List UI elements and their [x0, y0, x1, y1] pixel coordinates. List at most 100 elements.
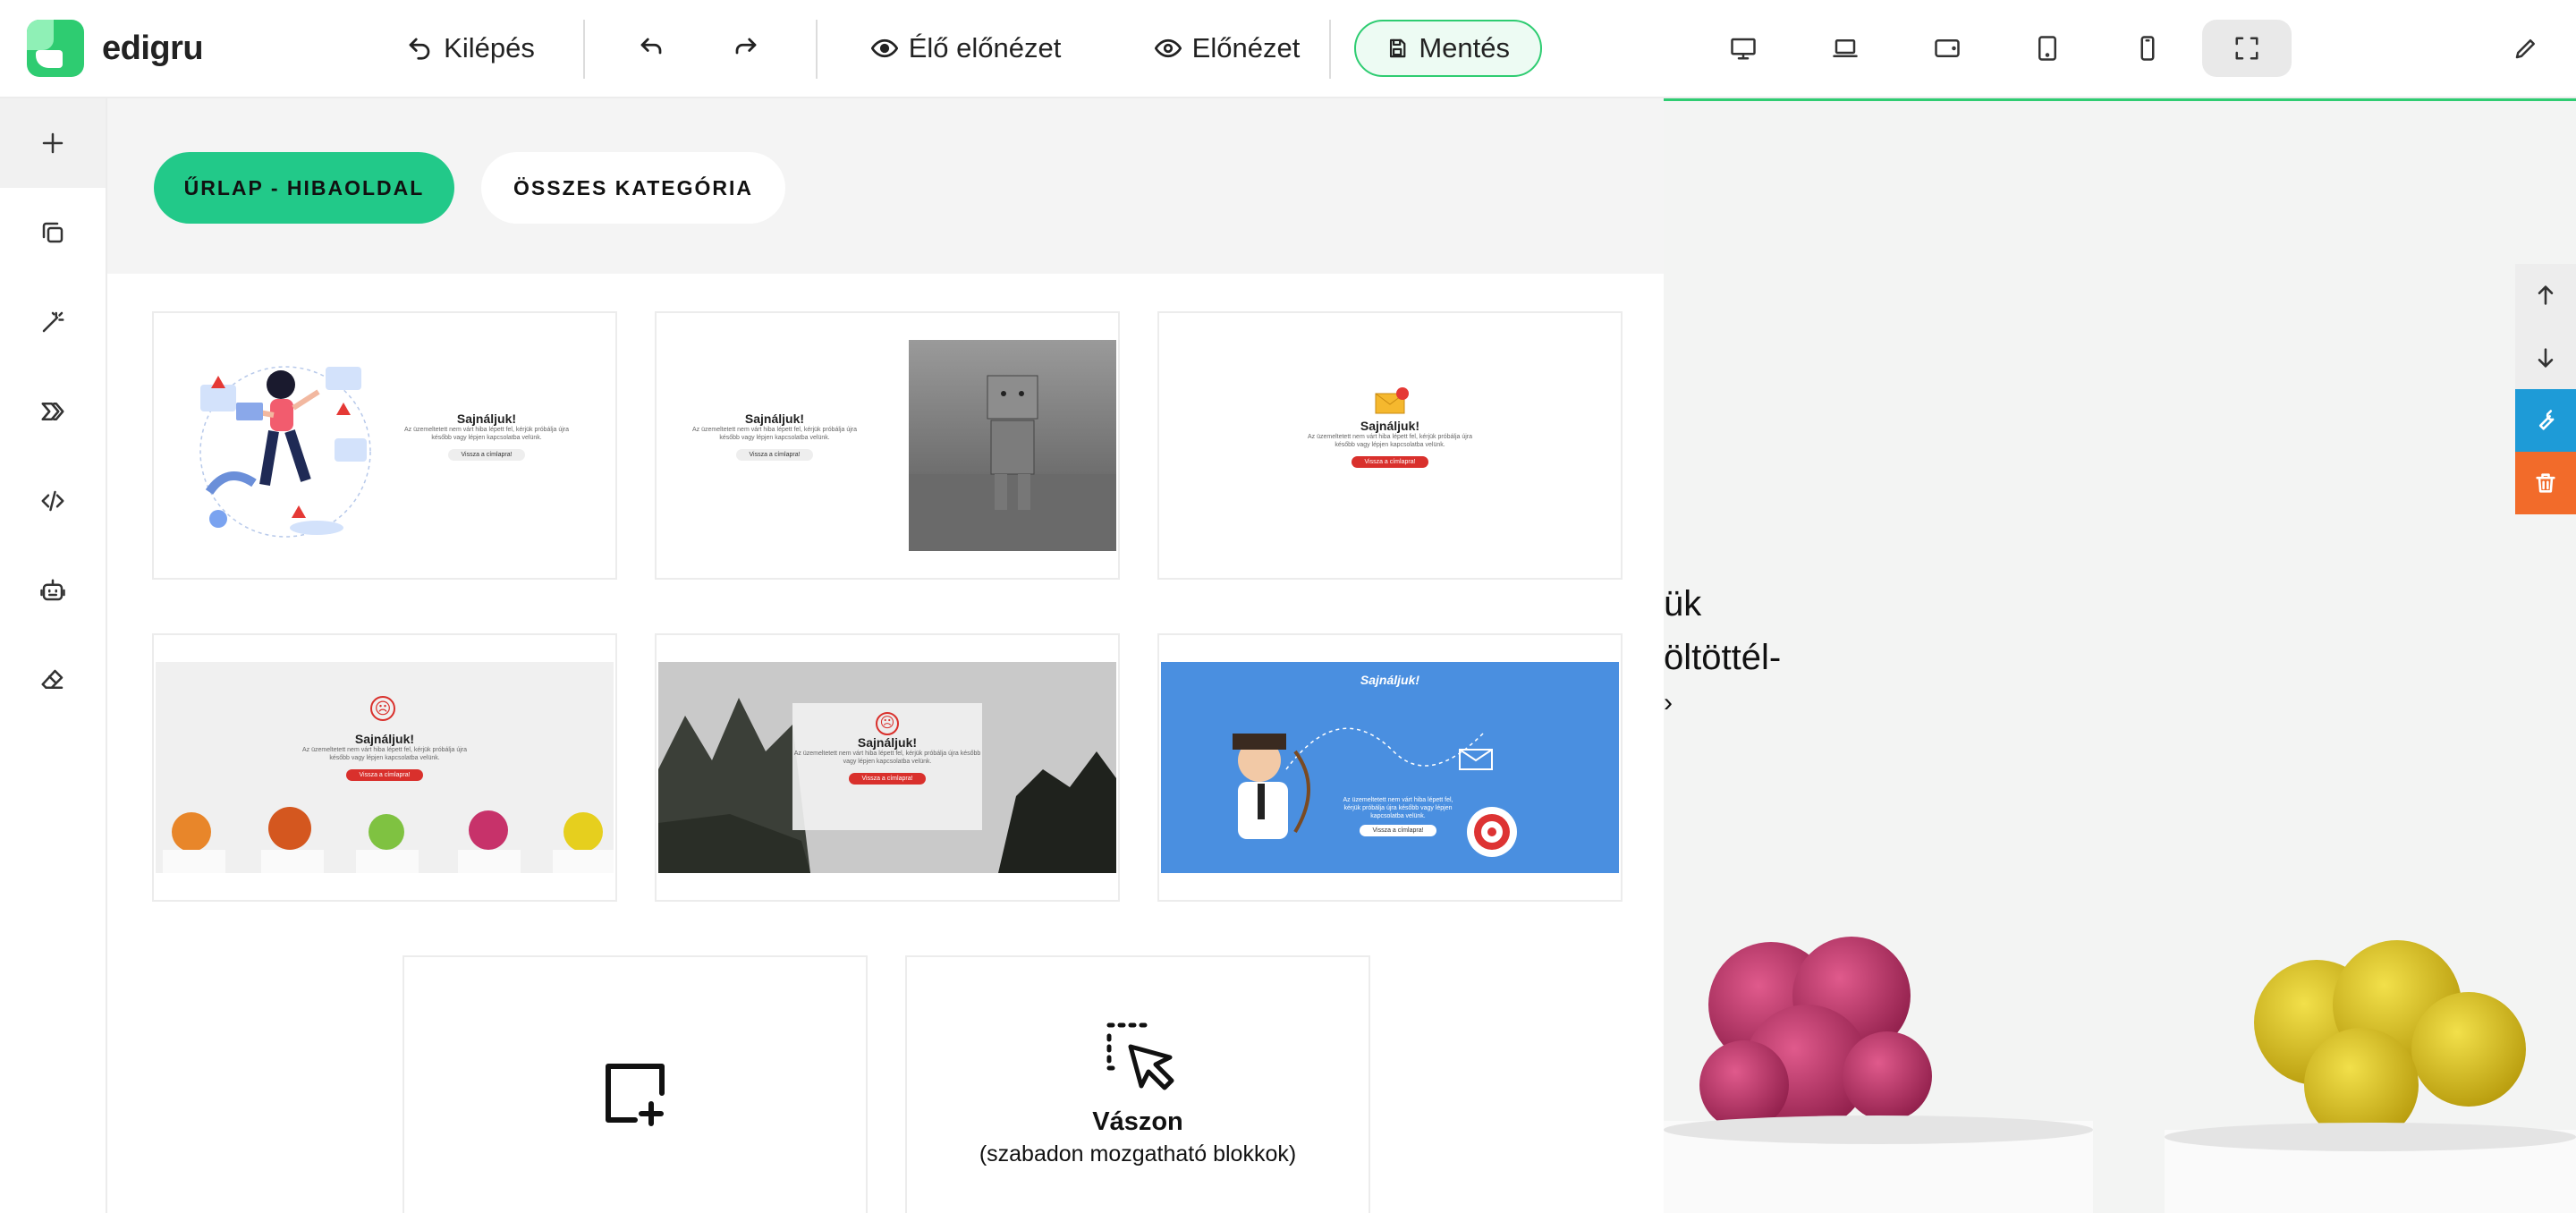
mobile-icon: [2140, 36, 2155, 61]
device-tablet-landscape-button[interactable]: [1916, 20, 1979, 77]
cacti-photo: [1664, 937, 2576, 1213]
template-text-block: Sajnáljuk! Az üzemeltetett nem várt hiba…: [1301, 419, 1479, 468]
save-button[interactable]: Mentés: [1354, 20, 1542, 77]
rail-layers-button[interactable]: [0, 367, 106, 456]
canvas-block-card[interactable]: Vászon (szabadon mozgatható blokkok): [905, 955, 1370, 1213]
template-cta: Vissza a címlapra!: [736, 449, 813, 461]
fullscreen-icon: [2235, 37, 2258, 60]
template-card[interactable]: ☹ Sajnáljuk! Az üzemeltetett nem várt hi…: [152, 633, 617, 902]
rail-ai-button[interactable]: [0, 546, 106, 635]
template-body: Az üzemeltetett nem várt hiba lépett fel…: [403, 427, 570, 441]
template-panel: ŰRLAP - HIBAOLDAL ÖSSZES KATEGÓRIA Sajná…: [107, 98, 1664, 1213]
delete-button[interactable]: [2515, 452, 2576, 514]
template-title: Sajnáljuk!: [744, 411, 805, 426]
template-title: Sajnáljuk!: [857, 735, 918, 750]
template-cta: Vissza a címlapra!: [1360, 825, 1436, 836]
exit-label: Kilépés: [444, 32, 535, 64]
preview-text-line: ük: [1664, 584, 1702, 623]
template-thumbnail: ☹ Sajnáljuk! Az üzemeltetett nem várt hi…: [658, 662, 1116, 873]
eye-icon: [1154, 38, 1182, 58]
block-tools: [2515, 264, 2576, 514]
logo-icon: [27, 20, 84, 77]
rail-code-button[interactable]: [0, 456, 106, 546]
template-thumbnail: Sajnáljuk! Az üzemeltetett nem várt hiba…: [1161, 662, 1619, 873]
template-card[interactable]: Sajnáljuk! Az üzemeltetett nem várt hiba…: [1157, 633, 1623, 902]
magic-wand-icon: [42, 311, 64, 333]
sad-face-icon: ☹: [876, 712, 899, 735]
template-title: Sajnáljuk!: [354, 732, 415, 746]
top-toolbar: edigru Kilépés Élő előnézet Előnézet Men…: [0, 0, 2576, 98]
tablet-landscape-icon: [1935, 39, 1960, 57]
envelope-icon: [1375, 387, 1409, 414]
template-text-block: Sajnáljuk! Az üzemeltetett nem várt hiba…: [397, 411, 576, 461]
template-text-block: Az üzemeltetett nem várt hiba lépett fel…: [1340, 796, 1456, 836]
template-text-block: Sajnáljuk! Az üzemeltetett nem várt hiba…: [295, 732, 474, 781]
trash-icon: [2536, 473, 2555, 493]
page-preview: ük öltöttél- ›: [1664, 98, 2576, 1213]
desktop-icon: [1731, 38, 1756, 60]
logo[interactable]: edigru: [27, 20, 204, 77]
template-title: Sajnáljuk!: [1360, 673, 1420, 687]
cacti-row-image: [163, 807, 614, 873]
template-body: Az üzemeltetett nem várt hiba lépett fel…: [1307, 434, 1473, 448]
template-thumbnail: Sajnáljuk! Az üzemeltetett nem várt hiba…: [156, 340, 614, 551]
rail-magic-button[interactable]: [0, 277, 106, 367]
template-title: Sajnáljuk!: [1360, 419, 1420, 433]
arrow-down-icon: [2538, 348, 2554, 368]
rail-eraser-button[interactable]: [0, 635, 106, 725]
template-thumbnail: Sajnáljuk! Az üzemeltetett nem várt hiba…: [658, 340, 1116, 551]
wrench-icon: [2538, 410, 2555, 430]
tags-icon: [41, 403, 64, 420]
save-label: Mentés: [1419, 32, 1510, 64]
template-card[interactable]: ☹ Sajnáljuk! Az üzemeltetett nem várt hi…: [655, 633, 1120, 902]
toolbar-divider: [1329, 20, 1331, 79]
fullscreen-button[interactable]: [2202, 20, 2292, 77]
category-chip-active[interactable]: ŰRLAP - HIBAOLDAL: [154, 152, 454, 224]
canvas-subtitle: (szabadon mozgatható blokkok): [979, 1141, 1297, 1166]
device-desktop-button[interactable]: [1712, 20, 1775, 77]
template-title: Sajnáljuk!: [456, 411, 517, 426]
undo-button[interactable]: [626, 20, 676, 77]
save-icon: [1389, 38, 1406, 58]
edit-button[interactable]: [2497, 20, 2555, 77]
settings-button[interactable]: [2515, 389, 2576, 452]
blank-block-card[interactable]: [402, 955, 868, 1213]
sad-face-icon: ☹: [370, 696, 395, 721]
exit-button[interactable]: Kilépés: [399, 20, 542, 77]
template-card[interactable]: Sajnáljuk! Az üzemeltetett nem várt hiba…: [1157, 311, 1623, 580]
cardboard-robot-photo: [909, 340, 1116, 551]
code-icon: [41, 490, 64, 512]
live-preview-label: Élő előnézet: [908, 32, 1062, 64]
template-cta: Vissza a címlapra!: [849, 773, 926, 785]
robot-icon: [40, 579, 65, 601]
rail-add-button[interactable]: [0, 98, 106, 188]
left-sidebar: [0, 98, 107, 1213]
toolbar-divider: [583, 20, 585, 79]
move-up-button[interactable]: [2515, 264, 2576, 327]
pencil-icon: [2515, 39, 2535, 59]
template-card[interactable]: Sajnáljuk! Az üzemeltetett nem várt hiba…: [152, 311, 617, 580]
category-chip-all[interactable]: ÖSSZES KATEGÓRIA: [481, 152, 785, 224]
device-tablet-portrait-button[interactable]: [2016, 20, 2079, 77]
toolbar-divider: [816, 20, 818, 79]
template-thumbnail: Sajnáljuk! Az üzemeltetett nem várt hiba…: [1161, 340, 1619, 551]
redo-button[interactable]: [721, 20, 771, 77]
move-down-button[interactable]: [2515, 327, 2576, 389]
preview-text-line: ›: [1664, 688, 1673, 717]
eye-filled-icon: [870, 38, 898, 58]
rail-pages-button[interactable]: [0, 188, 106, 277]
tablet-portrait-icon: [2038, 36, 2056, 61]
preview-label: Előnézet: [1191, 32, 1301, 64]
template-body: Az üzemeltetett nem várt hiba lépett fel…: [793, 751, 981, 765]
template-body: Az üzemeltetett nem várt hiba lépett fel…: [301, 747, 468, 761]
live-preview-button[interactable]: Élő előnézet: [868, 20, 1064, 77]
copy-icon: [42, 222, 64, 243]
redo-icon: [735, 38, 757, 55]
device-mobile-button[interactable]: [2116, 20, 2179, 77]
cursor-select-icon: [1106, 1022, 1174, 1090]
template-text-block: ☹ Sajnáljuk! Az üzemeltetett nem várt hi…: [792, 703, 982, 830]
canvas-title: Vászon: [1092, 1107, 1183, 1136]
device-laptop-button[interactable]: [1814, 20, 1877, 77]
preview-button[interactable]: Előnézet: [1129, 20, 1326, 77]
template-card[interactable]: Sajnáljuk! Az üzemeltetett nem várt hiba…: [655, 311, 1120, 580]
